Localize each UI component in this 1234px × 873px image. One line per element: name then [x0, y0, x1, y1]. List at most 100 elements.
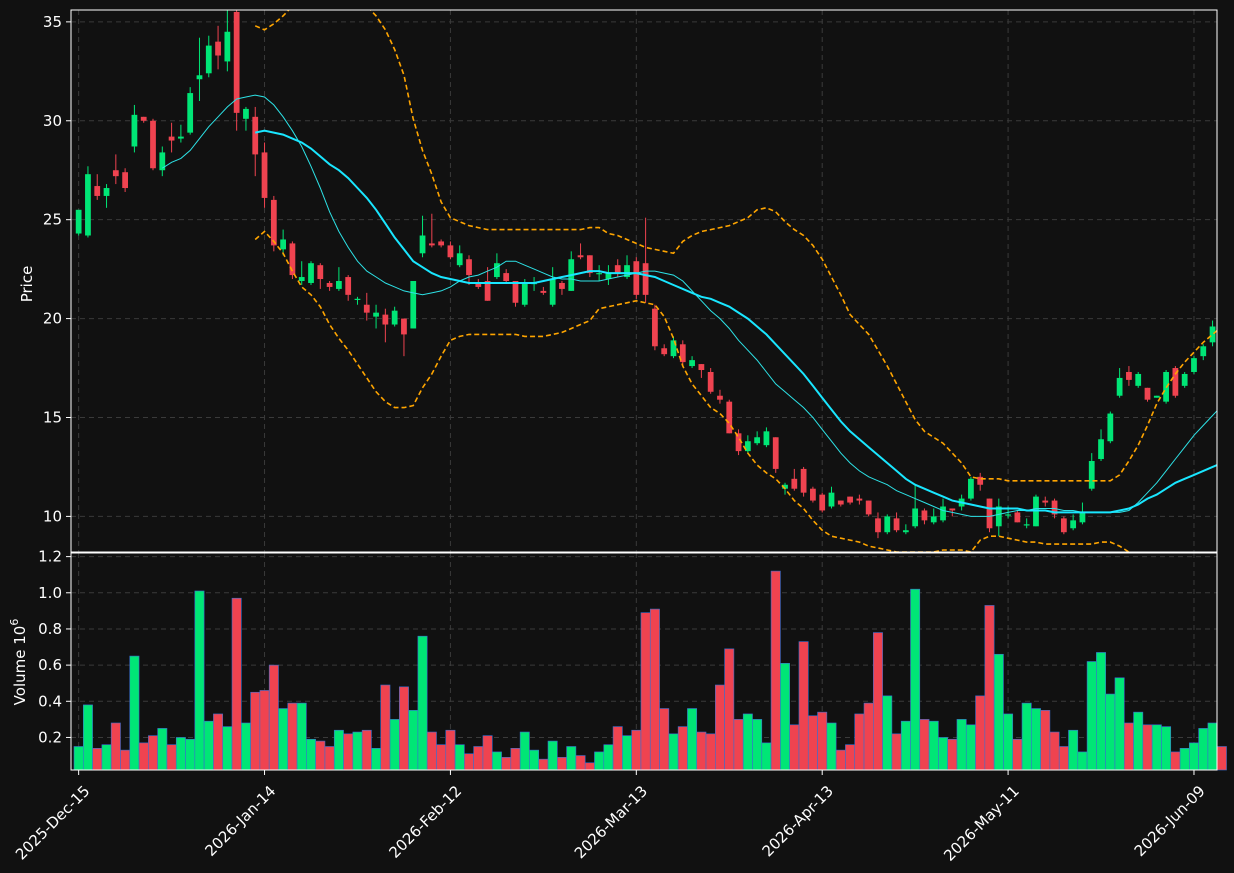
volume-bar: [454, 744, 465, 771]
candle-body: [819, 494, 826, 511]
volume-bar: [148, 735, 158, 771]
volume-bar: [306, 738, 316, 771]
volume-bar: [752, 719, 763, 771]
volume-bar: [1096, 652, 1106, 771]
candle-body: [596, 273, 603, 275]
volume-bar: [538, 758, 549, 771]
volume-bar: [1170, 751, 1181, 771]
volume-bar: [445, 729, 456, 771]
candle-body: [308, 263, 314, 283]
volume-bar: [687, 708, 698, 771]
volume-bar: [742, 713, 753, 771]
volume-bar: [938, 737, 948, 771]
candle-body: [856, 498, 863, 501]
volume-bar: [649, 608, 660, 771]
volume-bar: [1123, 722, 1134, 771]
price-tick-label: 35: [43, 13, 62, 31]
candle-body: [122, 172, 129, 189]
candle-body: [382, 314, 389, 325]
candle-body: [94, 186, 101, 196]
volume-bar: [529, 749, 540, 771]
volume-bar: [603, 744, 614, 771]
volume-bar: [73, 746, 84, 771]
volume-bar: [1216, 746, 1227, 771]
price-tick-label: 25: [43, 211, 62, 229]
candle-body: [1060, 518, 1067, 533]
candle-body: [261, 152, 268, 198]
volume-bar: [296, 702, 307, 771]
volume-bar: [798, 641, 809, 771]
candle-body: [828, 492, 835, 507]
volume-bar: [343, 733, 354, 771]
candle-body: [540, 290, 547, 293]
chart-root: 10 15 20 25 30 35 0.2 0.4 0.6 0.8 1.0 1.2 2025-Dec…: [0, 0, 1234, 873]
candle-body: [893, 518, 900, 531]
price-axis-label: Price: [18, 266, 36, 303]
volume-bar: [1151, 724, 1162, 771]
volume-bar: [1049, 731, 1060, 771]
volume-bar: [1142, 724, 1153, 771]
candle-body: [930, 516, 937, 523]
candle-body: [549, 279, 556, 305]
volume-bar: [854, 713, 865, 771]
candle-body: [512, 281, 519, 303]
volume-bar: [166, 744, 177, 771]
candle-body: [503, 273, 510, 281]
candle-body: [865, 500, 872, 515]
volume-bar: [408, 710, 419, 771]
volume-bar: [417, 635, 428, 771]
volume-bar: [157, 728, 168, 771]
volume-bar: [324, 746, 335, 771]
volume-bar: [380, 684, 391, 771]
candle-body: [215, 41, 221, 56]
candle-body: [466, 259, 472, 276]
volume-bar: [1189, 742, 1199, 771]
volume-bar: [361, 729, 372, 771]
volume-tick-label: 0.2: [38, 728, 62, 746]
candle-body: [1107, 413, 1114, 442]
candle-body: [243, 108, 249, 119]
volume-bar: [882, 695, 893, 771]
volume-bar: [194, 590, 205, 771]
candle-body: [847, 496, 853, 503]
candle-body: [772, 437, 779, 469]
volume-bar: [928, 720, 939, 771]
candle-body: [875, 518, 881, 533]
candle-body: [280, 239, 287, 250]
candle-body: [140, 116, 147, 121]
candle-body: [326, 282, 333, 287]
candle-body: [986, 498, 993, 529]
candle-body: [317, 265, 324, 280]
volume-bar: [910, 588, 921, 771]
volume-bar: [175, 737, 186, 771]
volume-bar: [715, 684, 725, 771]
volume-bar: [240, 722, 251, 771]
candle-body: [456, 253, 463, 266]
candle-body: [577, 255, 584, 258]
candle-body: [438, 241, 445, 246]
volume-bar: [491, 751, 502, 771]
volume-bar: [807, 715, 818, 771]
candle-body: [150, 120, 156, 169]
volume-bar: [696, 731, 707, 771]
volume-bar: [845, 744, 856, 771]
candle-body: [168, 136, 175, 141]
candle-body: [763, 431, 770, 446]
price-tick-label: 20: [43, 310, 62, 328]
candle-body: [1070, 520, 1077, 529]
volume-bar: [1058, 746, 1069, 771]
volume-bar: [668, 733, 679, 771]
volume-bar: [659, 708, 670, 771]
volume-bar: [584, 762, 595, 771]
candle-body: [1153, 395, 1160, 398]
volume-bar: [733, 719, 744, 771]
candle-body: [912, 508, 919, 527]
volume-bar: [1133, 711, 1144, 771]
candle-body: [270, 199, 277, 246]
volume-bar: [956, 719, 967, 771]
candle-body: [298, 277, 305, 281]
volume-bar: [352, 731, 363, 771]
volume-bar: [1207, 722, 1218, 771]
volume-bar: [594, 751, 605, 771]
volume-bar: [761, 742, 772, 771]
